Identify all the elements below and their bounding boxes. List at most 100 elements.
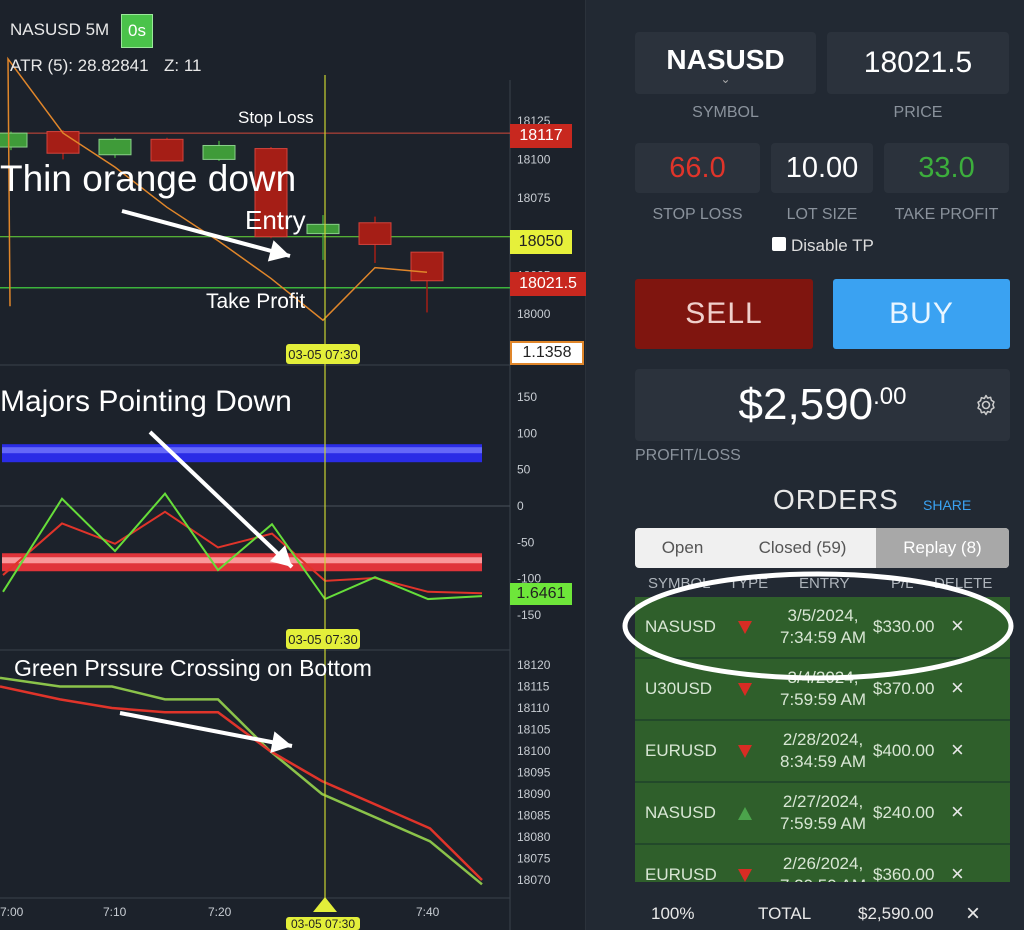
atr-label: ATR (5): 28.82841	[10, 56, 149, 75]
header-delete: DELETE	[934, 575, 993, 592]
header-symbol: SYMBOL	[648, 575, 711, 592]
pressure-tick-18090: 18090	[517, 787, 551, 801]
chart-canvas[interactable]: 181251810018075180501802518000150100500-…	[0, 0, 586, 930]
footer-close-icon[interactable]: ×	[966, 900, 980, 928]
sell-button[interactable]: SELL	[635, 279, 813, 349]
down-arrow-icon	[738, 745, 752, 758]
footer-total-label: TOTAL	[758, 904, 812, 923]
osc-tick--150: -150	[517, 608, 541, 622]
arrow-pressure-head	[270, 731, 292, 754]
order-time: 8:34:59 AM	[779, 752, 866, 771]
z-label: Z: 11	[164, 56, 202, 75]
lot-size-caption: LOT SIZE	[786, 206, 858, 223]
candle-body	[306, 223, 340, 235]
green-oscillator-line	[2, 492, 483, 601]
osc-tick-0: 0	[517, 499, 524, 513]
tab-closed[interactable]: Closed (59)	[730, 528, 875, 568]
down-arrow-icon	[738, 683, 752, 696]
indicator-badge-2: 1.6461	[510, 583, 572, 605]
entry-label: Entry	[245, 205, 306, 235]
orders-list[interactable]: NASUSD 3/5/2024, 7:34:59 AM $330.00 × U30USD 3…	[635, 597, 1010, 882]
share-link[interactable]: SHARE	[923, 497, 971, 513]
order-date: 2/26/2024,	[782, 854, 864, 873]
order-pl: $360.00	[873, 865, 935, 882]
delete-order-icon[interactable]: ×	[951, 799, 964, 825]
pressure-tick-18070: 18070	[517, 873, 551, 887]
osc-tick-100: 100	[517, 426, 537, 440]
order-pl: $400.00	[873, 741, 935, 760]
take-profit-input[interactable]: 33.0	[884, 143, 1009, 193]
order-date: 2/28/2024,	[782, 730, 864, 749]
order-symbol: NASUSD	[645, 803, 716, 822]
chevron-down-icon: ⌄	[720, 72, 731, 86]
pnl-label: PROFIT/LOSS	[635, 447, 741, 464]
buy-button[interactable]: BUY	[833, 279, 1010, 349]
header-entry: ENTRY	[799, 575, 850, 592]
pressure-tick-18110: 18110	[517, 701, 550, 715]
price-tick-18075: 18075	[517, 191, 551, 205]
green-pressure-line	[0, 676, 483, 886]
pressure-tick-18100: 18100	[517, 744, 551, 758]
footer-total-value: $2,590.00	[858, 904, 934, 923]
blue-major-band-highlight	[2, 447, 482, 454]
osc-tick--50: -50	[517, 535, 535, 549]
order-date: 2/27/2024,	[782, 792, 864, 811]
osc-tick-150: 150	[517, 390, 537, 404]
candle-body	[98, 138, 132, 156]
tab-replay[interactable]: Replay (8)	[876, 528, 1009, 568]
disable-tp-checkbox[interactable]	[772, 237, 786, 251]
delete-order-icon[interactable]: ×	[951, 737, 964, 763]
bar-timer: 0s	[121, 14, 153, 48]
delete-order-icon[interactable]: ×	[951, 613, 964, 639]
chart-area[interactable]: 181251810018075180501802518000150100500-…	[0, 0, 586, 930]
footer-percent: 100%	[651, 904, 695, 923]
time-badge-3: 03-05 07:30	[286, 917, 360, 930]
order-row[interactable]: U30USD 3/4/2024, 7:59:59 AM $370.00 ×	[635, 659, 1010, 721]
pnl-box: $2,590 .00	[635, 369, 1010, 441]
order-row[interactable]: NASUSD 3/5/2024, 7:34:59 AM $330.00 ×	[635, 597, 1010, 659]
annotation-thin-orange: Thin orange down	[0, 158, 297, 199]
time-tick-720: 7:20	[208, 905, 232, 919]
order-row[interactable]: NASUSD 2/27/2024, 7:59:59 AM $240.00 ×	[635, 783, 1010, 845]
cursor-marker	[313, 897, 337, 912]
pressure-tick-18115: 18115	[517, 680, 550, 694]
delete-order-icon[interactable]: ×	[951, 675, 964, 701]
order-row[interactable]: EURUSD 2/26/2024, 7:29:59 AM $360.00 ×	[635, 845, 1010, 882]
orders-title: ORDERS	[773, 484, 899, 515]
arrow-orange-head	[267, 240, 290, 262]
annotation-green-pressure: Green Prssure Crossing on Bottom	[14, 655, 372, 681]
osc-tick-50: 50	[517, 463, 531, 477]
order-time: 7:59:59 AM	[779, 690, 866, 709]
symbol-selector[interactable]: NASUSD ⌄	[635, 32, 816, 94]
order-pl: $240.00	[873, 803, 935, 822]
pressure-tick-18085: 18085	[517, 809, 551, 823]
candle-body	[46, 131, 80, 154]
order-time: 7:29:59 AM	[778, 876, 868, 882]
order-row[interactable]: EURUSD 2/28/2024, 8:34:59 AM $400.00 ×	[635, 721, 1010, 783]
lot-size-input[interactable]: 10.00	[771, 143, 873, 193]
candle-body	[358, 222, 392, 245]
order-time: 7:59:59 AM	[779, 814, 866, 833]
red-oscillator-line	[2, 510, 483, 595]
tab-open[interactable]: Open	[635, 528, 730, 568]
order-symbol: NASUSD	[645, 617, 716, 636]
order-time: 7:34:59 AM	[779, 628, 866, 647]
entry-badge: 18050	[510, 230, 572, 254]
header-pl: P/L	[891, 575, 914, 592]
header-type: TYPE	[729, 575, 769, 592]
delete-order-icon[interactable]: ×	[951, 861, 964, 882]
stop-loss-caption: STOP LOSS	[652, 206, 743, 223]
arrow-pressure-shaft	[119, 711, 293, 748]
gear-icon[interactable]	[974, 393, 998, 417]
time-tick-700: 7:00	[0, 905, 24, 919]
time-tick-740: 7:40	[416, 905, 440, 919]
down-arrow-icon	[738, 869, 752, 882]
red-pressure-line	[0, 685, 483, 881]
stop-loss-input[interactable]: 66.0	[635, 143, 760, 193]
orders-tabs: Open Closed (59) Replay (8)	[635, 528, 1009, 568]
pnl-value: $2,590	[738, 380, 874, 429]
take-profit-label: Take Profit	[206, 290, 306, 313]
disable-tp-label: Disable TP	[791, 236, 874, 255]
take-profit-caption: TAKE PROFIT	[894, 206, 999, 223]
candle-body	[410, 251, 444, 282]
